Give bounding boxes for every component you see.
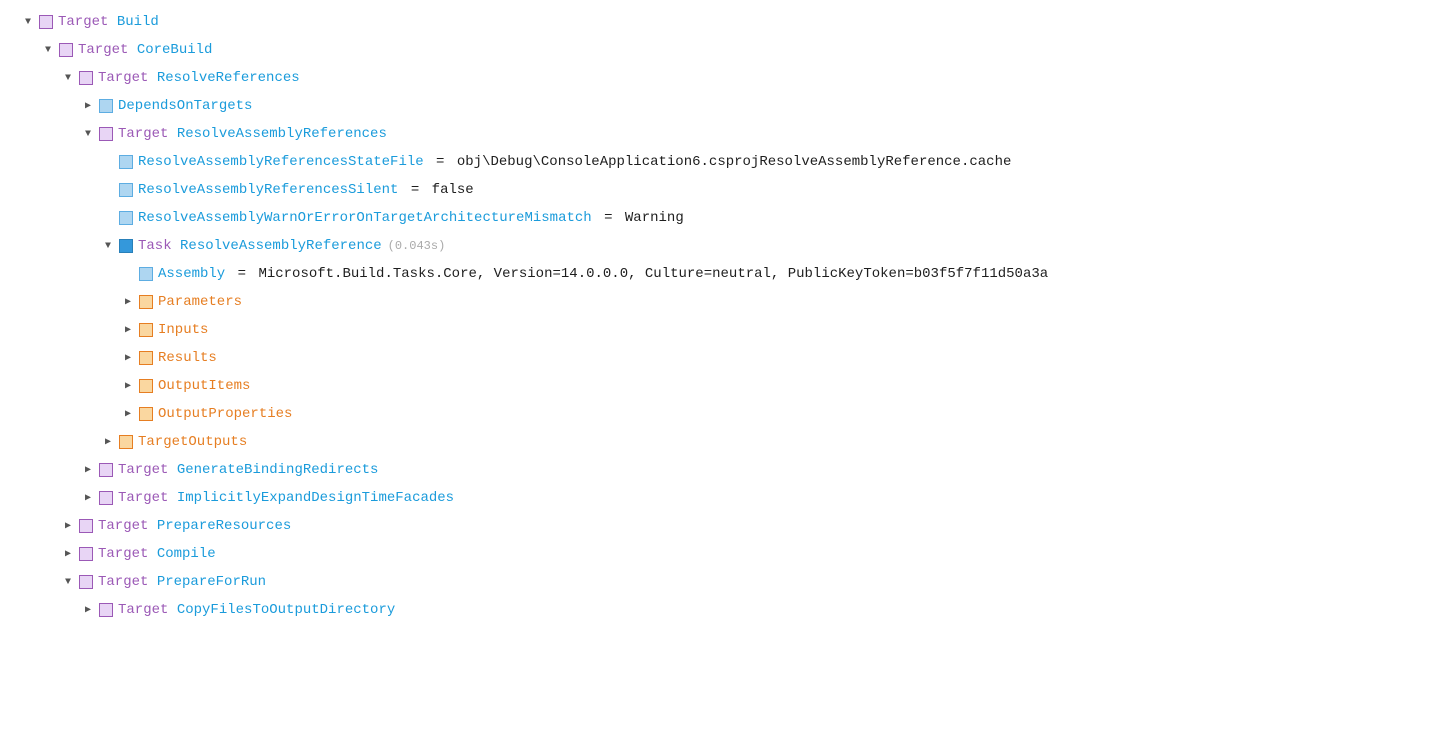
tree-row-compile[interactable]: Target Compile — [0, 540, 1453, 568]
icon-resolvereferences — [79, 71, 93, 85]
icon-prepareforrun — [79, 575, 93, 589]
icon-parameters — [139, 295, 153, 309]
label-inputs: Inputs — [158, 322, 208, 338]
tree-row-rar-silent[interactable]: ResolveAssemblyReferencesSilent = false — [0, 176, 1453, 204]
icon-dependsontargets — [99, 99, 113, 113]
tree-row-rar-warn[interactable]: ResolveAssemblyWarnOrErrorOnTargetArchit… — [0, 204, 1453, 232]
label-rar-statefile: ResolveAssemblyReferencesStateFile = obj… — [138, 154, 1011, 170]
toggle-generatebinding[interactable] — [80, 462, 96, 478]
icon-compile — [79, 547, 93, 561]
label-targetoutputs: TargetOutputs — [138, 434, 247, 450]
tree-row-prepareresources[interactable]: Target PrepareResources — [0, 512, 1453, 540]
tree-row-implicitlyexpand[interactable]: Target ImplicitlyExpandDesignTimeFacades — [0, 484, 1453, 512]
toggle-inputs[interactable] — [120, 322, 136, 338]
label-generatebinding: Target GenerateBindingRedirects — [118, 462, 378, 478]
label-resolvereferences: Target ResolveReferences — [98, 70, 300, 86]
toggle-targetoutputs[interactable] — [100, 434, 116, 450]
tree-row-generatebinding[interactable]: Target GenerateBindingRedirects — [0, 456, 1453, 484]
icon-generatebinding — [99, 463, 113, 477]
icon-inputs — [139, 323, 153, 337]
icon-prepareresources — [79, 519, 93, 533]
toggle-implicitlyexpand[interactable] — [80, 490, 96, 506]
label-parameters: Parameters — [158, 294, 242, 310]
toggle-resolvereferences[interactable] — [60, 70, 76, 86]
icon-rar-warn — [119, 211, 133, 225]
tree-row-assembly[interactable]: Assembly = Microsoft.Build.Tasks.Core, V… — [0, 260, 1453, 288]
icon-rar-task — [119, 239, 133, 253]
icon-build — [39, 15, 53, 29]
label-outputproperties: OutputProperties — [158, 406, 292, 422]
icon-rar-silent — [119, 183, 133, 197]
tree-row-resolvereferences[interactable]: Target ResolveReferences — [0, 64, 1453, 92]
icon-resolveassemblyrefs — [99, 127, 113, 141]
label-dependsontargets: DependsOnTargets — [118, 98, 252, 114]
icon-rar-statefile — [119, 155, 133, 169]
tree-row-rar-task[interactable]: Task ResolveAssemblyReference(0.043s) — [0, 232, 1453, 260]
toggle-corebuild[interactable] — [40, 42, 56, 58]
tree-row-rar-statefile[interactable]: ResolveAssemblyReferencesStateFile = obj… — [0, 148, 1453, 176]
icon-copyfiles — [99, 603, 113, 617]
toggle-dependsontargets[interactable] — [80, 98, 96, 114]
label-resolveassemblyrefs: Target ResolveAssemblyReferences — [118, 126, 387, 142]
icon-targetoutputs — [119, 435, 133, 449]
tree-row-inputs[interactable]: Inputs — [0, 316, 1453, 344]
label-rar-task: Task ResolveAssemblyReference(0.043s) — [138, 238, 445, 254]
toggle-resolveassemblyrefs[interactable] — [80, 126, 96, 142]
toggle-results[interactable] — [120, 350, 136, 366]
tree-row-results[interactable]: Results — [0, 344, 1453, 372]
label-compile: Target Compile — [98, 546, 216, 562]
label-prepareforrun: Target PrepareForRun — [98, 574, 266, 590]
toggle-parameters[interactable] — [120, 294, 136, 310]
tree-row-build[interactable]: Target Build — [0, 8, 1453, 36]
tree-row-targetoutputs[interactable]: TargetOutputs — [0, 428, 1453, 456]
toggle-outputproperties[interactable] — [120, 406, 136, 422]
label-outputitems: OutputItems — [158, 378, 250, 394]
label-copyfiles: Target CopyFilesToOutputDirectory — [118, 602, 395, 618]
icon-corebuild — [59, 43, 73, 57]
label-build: Target Build — [58, 14, 159, 30]
label-corebuild: Target CoreBuild — [78, 42, 212, 58]
label-rar-silent: ResolveAssemblyReferencesSilent = false — [138, 182, 474, 198]
toggle-copyfiles[interactable] — [80, 602, 96, 618]
label-prepareresources: Target PrepareResources — [98, 518, 291, 534]
toggle-prepareforrun[interactable] — [60, 574, 76, 590]
icon-outputitems — [139, 379, 153, 393]
toggle-compile[interactable] — [60, 546, 76, 562]
toggle-prepareresources[interactable] — [60, 518, 76, 534]
icon-assembly — [139, 267, 153, 281]
label-rar-warn: ResolveAssemblyWarnOrErrorOnTargetArchit… — [138, 210, 684, 226]
icon-implicitlyexpand — [99, 491, 113, 505]
tree-row-dependsontargets[interactable]: DependsOnTargets — [0, 92, 1453, 120]
label-results: Results — [158, 350, 217, 366]
label-assembly: Assembly = Microsoft.Build.Tasks.Core, V… — [158, 266, 1048, 282]
tree-row-resolveassemblyrefs[interactable]: Target ResolveAssemblyReferences — [0, 120, 1453, 148]
icon-outputproperties — [139, 407, 153, 421]
tree-row-copyfiles[interactable]: Target CopyFilesToOutputDirectory — [0, 596, 1453, 624]
tree-row-corebuild[interactable]: Target CoreBuild — [0, 36, 1453, 64]
icon-results — [139, 351, 153, 365]
toggle-outputitems[interactable] — [120, 378, 136, 394]
toggle-rar-task[interactable] — [100, 238, 116, 254]
label-implicitlyexpand: Target ImplicitlyExpandDesignTimeFacades — [118, 490, 454, 506]
tree-row-prepareforrun[interactable]: Target PrepareForRun — [0, 568, 1453, 596]
toggle-build[interactable] — [20, 14, 36, 30]
tree-row-parameters[interactable]: Parameters — [0, 288, 1453, 316]
tree-row-outputproperties[interactable]: OutputProperties — [0, 400, 1453, 428]
build-tree: Target Build Target CoreBuild Target Res… — [0, 0, 1453, 632]
tree-row-outputitems[interactable]: OutputItems — [0, 372, 1453, 400]
